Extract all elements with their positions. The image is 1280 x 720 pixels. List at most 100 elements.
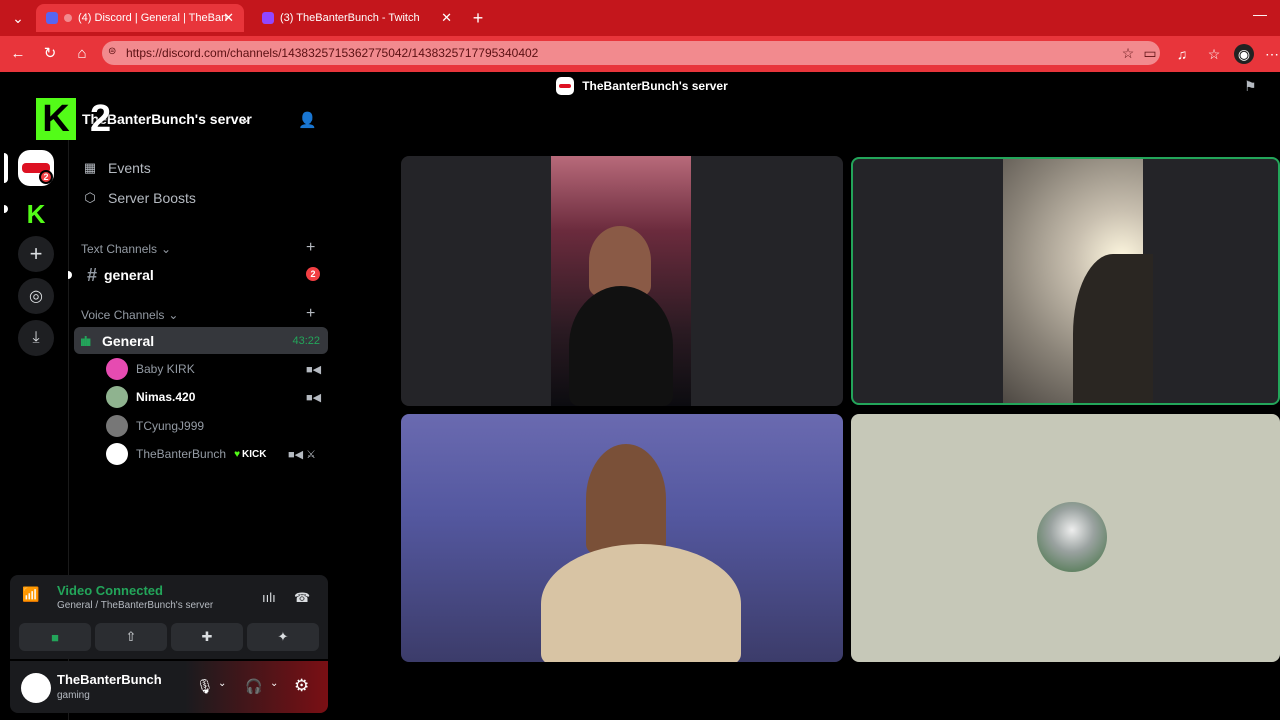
category-text-channels[interactable]: Text Channels ⌄ xyxy=(81,242,171,256)
selected-server-indicator xyxy=(4,153,8,183)
camera-icon: ■◀ xyxy=(306,364,322,376)
voice-user-name: TCyungJ999 xyxy=(136,419,205,433)
bookmark-star-icon[interactable]: ☆ xyxy=(1118,43,1138,63)
user-name[interactable]: TheBanterBunch xyxy=(57,672,162,687)
sidebar-item-server-boosts[interactable]: ⬡ Server Boosts xyxy=(82,187,196,209)
kick-stream-overlay: K 2 xyxy=(36,98,126,140)
avatar xyxy=(1037,502,1107,572)
inbox-flag-icon[interactable]: ⚑ xyxy=(1244,78,1257,95)
close-tab-icon[interactable]: ✕ xyxy=(441,10,452,26)
person-image xyxy=(586,444,666,554)
discover-compass-icon[interactable]: ◎ xyxy=(18,278,54,314)
mention-badge: 2 xyxy=(39,170,53,184)
disconnect-icon[interactable]: ☎ xyxy=(294,590,310,606)
favorites-icon[interactable]: ☆ xyxy=(1204,44,1224,64)
video-icon[interactable]: ▭ xyxy=(1140,43,1160,63)
home-icon[interactable]: ⌂ xyxy=(72,44,92,64)
invite-people-icon[interactable]: 👤 xyxy=(298,111,317,129)
person-image xyxy=(1073,254,1153,403)
video-tile[interactable] xyxy=(401,414,843,662)
noise-suppression-icon[interactable]: ıılı xyxy=(262,590,276,605)
recording-indicator-icon xyxy=(64,14,72,22)
site-info-icon[interactable]: ⊜ xyxy=(108,46,120,60)
profile-avatar[interactable]: ◉ xyxy=(1234,44,1254,64)
download-apps-icon[interactable]: ⤓ xyxy=(18,320,54,356)
chevron-down-icon[interactable]: ⌄ xyxy=(270,678,278,689)
server-icon-kick[interactable]: K xyxy=(18,196,54,232)
kick-overlay-letter: K xyxy=(36,98,76,140)
voice-user[interactable]: Baby KIRK xyxy=(106,358,195,380)
camera-icon: ■◀ ⚔ xyxy=(288,449,317,461)
camera-button[interactable]: ■ xyxy=(19,623,91,651)
boost-icon: ⬡ xyxy=(84,190,96,205)
menu-label: Events xyxy=(108,160,151,176)
category-voice-channels[interactable]: Voice Channels ⌄ xyxy=(81,308,178,322)
minimize-icon[interactable]: — xyxy=(1250,6,1270,26)
tag-label: KICK xyxy=(242,448,267,460)
headphones-icon[interactable]: 🎧 xyxy=(245,678,262,695)
person-image xyxy=(569,286,673,406)
video-tile-speaking[interactable] xyxy=(851,157,1280,405)
tab-title: (4) Discord | General | TheBan xyxy=(78,12,228,24)
back-icon[interactable]: ← xyxy=(8,44,28,64)
voice-duration: 43:22 xyxy=(292,334,320,347)
sidebar-item-events[interactable]: ▦ Events xyxy=(82,157,151,179)
channel-general[interactable]: # general 2 xyxy=(76,264,326,286)
person-image xyxy=(541,544,741,662)
more-options-icon[interactable]: ⋯ xyxy=(1262,44,1280,64)
browser-tab-discord[interactable]: (4) Discord | General | TheBan ✕ xyxy=(36,4,244,32)
kick-logo-icon: K xyxy=(26,198,46,229)
connection-signal-icon[interactable]: 📶 xyxy=(22,586,46,610)
voice-user[interactable]: Nimas.420 xyxy=(106,386,195,408)
avatar xyxy=(106,443,128,465)
video-feed xyxy=(1003,159,1153,403)
microphone-icon[interactable]: 🎙 xyxy=(196,678,214,695)
reload-icon[interactable]: ↻ xyxy=(40,44,60,64)
camera-icon: ■◀ xyxy=(306,392,322,404)
avatar xyxy=(106,386,128,408)
voice-wave-icon: ıılıı xyxy=(80,332,91,349)
voice-status[interactable]: Video Connected xyxy=(57,583,163,598)
server-title: TheBanterBunch's server xyxy=(582,79,728,93)
voice-user-name: Nimas.420 xyxy=(136,390,196,404)
chevron-down-icon: ⌄ xyxy=(168,308,179,322)
server-icon xyxy=(556,77,575,95)
chevron-down-icon[interactable]: ⌄ xyxy=(218,678,226,689)
avatar xyxy=(106,358,128,380)
mention-badge: 2 xyxy=(306,267,320,281)
settings-gear-icon[interactable]: ⚙ xyxy=(294,676,309,696)
soundboard-button[interactable]: ✦ xyxy=(247,623,319,651)
discord-title-bar: TheBanterBunch's server xyxy=(4,72,1280,100)
server-icon-thebanterbunch[interactable]: 2 xyxy=(18,150,54,186)
screen-share-button[interactable]: ⇧ xyxy=(95,623,167,651)
url-input[interactable]: https://discord.com/channels/14383257153… xyxy=(102,41,1160,65)
voice-user[interactable]: TheBanterBunch ♥ KICK xyxy=(106,443,266,465)
voice-channel-path[interactable]: General / TheBanterBunch's server xyxy=(57,600,213,611)
channel-name: general xyxy=(104,267,154,283)
category-label: Voice Channels xyxy=(81,308,165,322)
user-status: gaming xyxy=(57,690,90,701)
video-tile-no-camera[interactable] xyxy=(851,414,1280,662)
browser-tab-twitch[interactable]: (3) TheBanterBunch - Twitch ✕ xyxy=(252,4,462,32)
chevron-down-icon[interactable]: ⌄ xyxy=(240,112,250,126)
tab-title: (3) TheBanterBunch - Twitch xyxy=(280,12,420,24)
voice-channel-general[interactable]: ıılıı General 43:22 xyxy=(74,327,328,354)
calendar-icon: ▦ xyxy=(83,160,97,175)
kick-overlay-number: 2 xyxy=(90,97,112,140)
create-text-channel-icon[interactable]: + xyxy=(306,239,315,257)
kick-tag: ♥ KICK xyxy=(234,449,266,460)
create-voice-channel-icon[interactable]: + xyxy=(306,305,315,323)
avatar xyxy=(106,415,128,437)
add-server-icon[interactable]: + xyxy=(18,236,54,272)
activities-button[interactable]: ✚ xyxy=(171,623,243,651)
heart-icon: ♥ xyxy=(234,448,240,460)
new-tab-button[interactable]: + xyxy=(468,8,488,28)
close-tab-icon[interactable]: ✕ xyxy=(223,10,234,26)
tab-search-icon[interactable]: ⌄ xyxy=(6,6,30,30)
video-feed xyxy=(551,156,691,406)
category-label: Text Channels xyxy=(81,242,158,256)
media-icon[interactable]: ♫ xyxy=(1172,44,1192,64)
avatar[interactable] xyxy=(21,673,51,703)
video-tile[interactable] xyxy=(401,156,843,406)
voice-user[interactable]: TCyungJ999 xyxy=(106,415,204,437)
